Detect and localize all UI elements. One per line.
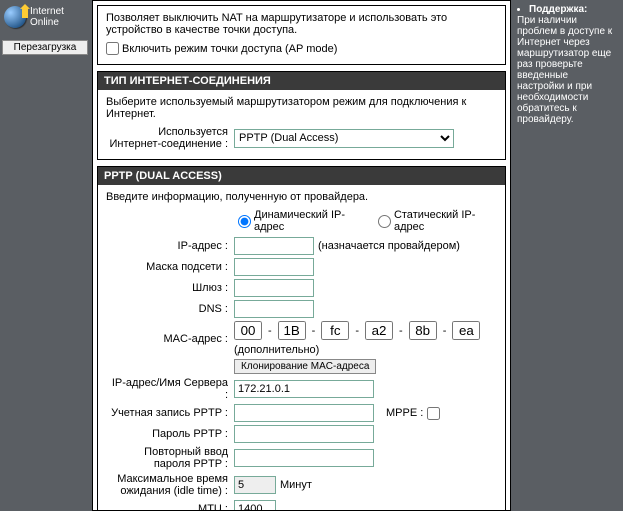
mac-1[interactable]	[278, 321, 306, 340]
pass2-input[interactable]	[234, 449, 374, 467]
pptp-box: PPTP (Dual Access) Введите информацию, п…	[97, 166, 506, 511]
help-title: Поддержка:	[529, 4, 587, 15]
main-panel: Позволяет выключить NAT на маршрутизатор…	[92, 0, 511, 511]
pptp-desc: Введите информацию, полученную от провай…	[106, 191, 497, 203]
conn-label: Используется Интернет-соединение :	[106, 126, 234, 150]
ap-mode-checkbox[interactable]: Включить режим точки доступа (AP mode)	[106, 42, 337, 55]
ap-mode-box: Позволяет выключить NAT на маршрутизатор…	[97, 5, 506, 65]
ip-input[interactable]	[234, 237, 314, 255]
mac-4[interactable]	[409, 321, 437, 340]
help-text: При наличии проблем в доступе к Интернет…	[517, 15, 617, 125]
radio-static[interactable]: Статический IP-адрес	[378, 209, 497, 233]
help-panel: Поддержка: При наличии проблем в доступе…	[511, 0, 623, 511]
mac-5[interactable]	[452, 321, 480, 340]
conn-desc: Выберите используемый маршрутизатором ре…	[106, 96, 497, 120]
mac-2[interactable]	[321, 321, 349, 340]
server-input[interactable]	[234, 380, 374, 398]
conn-header: Тип Интернет-соединения	[98, 72, 505, 90]
user-input[interactable]	[234, 404, 374, 422]
globe-icon	[4, 6, 26, 28]
mac-3[interactable]	[365, 321, 393, 340]
mppe-checkbox[interactable]	[427, 407, 440, 420]
status-line1: Internet	[30, 6, 64, 17]
internet-status: Internet Online	[2, 4, 90, 30]
pptp-header: PPTP (Dual Access)	[98, 167, 505, 185]
pass-input[interactable]	[234, 425, 374, 443]
mask-input[interactable]	[234, 258, 314, 276]
radio-dynamic[interactable]: Динамический IP-адрес	[238, 209, 366, 233]
ap-desc: Позволяет выключить NAT на маршрутизатор…	[106, 12, 497, 36]
left-panel: Internet Online Перезагрузка	[0, 0, 92, 511]
connection-type-box: Тип Интернет-соединения Выберите использ…	[97, 71, 506, 160]
ap-mode-input[interactable]	[106, 42, 119, 55]
gw-input[interactable]	[234, 279, 314, 297]
idle-input[interactable]	[234, 476, 276, 494]
reboot-button[interactable]: Перезагрузка	[2, 40, 88, 55]
conn-select[interactable]: PPTP (Dual Access)	[234, 129, 454, 148]
mtu-input[interactable]	[234, 500, 276, 511]
clone-mac-button[interactable]: Клонирование MAC-адреса	[234, 359, 376, 374]
mac-0[interactable]	[234, 321, 262, 340]
dns-input[interactable]	[234, 300, 314, 318]
status-line2: Online	[30, 17, 64, 28]
